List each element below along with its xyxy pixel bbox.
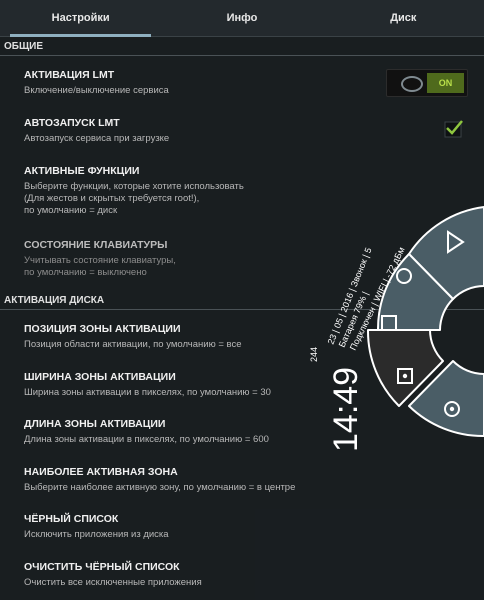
setting-summary: Выберите наиболее активную зону, по умол… [24, 482, 296, 493]
tab-disk-label: Диск [390, 12, 417, 24]
setting-summary: Автозапуск сервиса при загрузке [24, 133, 170, 144]
setting-most-active-zone[interactable]: НАИБОЛЕЕ АКТИВНАЯ ЗОНА Выберите наиболее… [24, 466, 384, 494]
setting-title: ОЧИСТИТЬ ЧЁРНЫЙ СПИСОК [24, 561, 180, 573]
checkmark-icon [444, 120, 463, 138]
summary-line: Выберите функции, которые хотите использ… [24, 181, 244, 192]
setting-blacklist[interactable]: ЧЁРНЫЙ СПИСОК Исключить приложения из ди… [24, 513, 384, 541]
setting-summary: Очистить все исключенные приложения [24, 577, 202, 588]
setting-summary: Включение/выключение сервиса [24, 85, 169, 96]
pie-day-of-year: 244 [309, 347, 319, 362]
tab-info-label: Инфо [226, 12, 258, 24]
tab-settings[interactable]: Настройки [0, 0, 161, 37]
setting-summary: Исключить приложения из диска [24, 529, 169, 540]
lmt-toggle-switch[interactable]: ON [386, 69, 468, 97]
section-header-general: ОБЩИЕ [0, 38, 484, 56]
tab-info[interactable]: Инфо [161, 0, 322, 36]
toggle-off-icon [401, 76, 423, 92]
setting-clear-blacklist[interactable]: ОЧИСТИТЬ ЧЁРНЫЙ СПИСОК Очистить все искл… [24, 561, 384, 589]
toggle-on-label: ON [427, 73, 464, 93]
tab-bar: Настройки Инфо Диск [0, 0, 484, 37]
setting-autostart[interactable]: АВТОЗАПУСК LMT Автозапуск сервиса при за… [24, 117, 384, 145]
tab-disk[interactable]: Диск [323, 0, 484, 36]
pie-clock: 14:49 [327, 367, 365, 452]
dot-square-icon-dot [402, 373, 408, 379]
setting-title: НАИБОЛЕЕ АКТИВНАЯ ЗОНА [24, 466, 178, 478]
setting-title: ЧЁРНЫЙ СПИСОК [24, 513, 119, 525]
autostart-checkbox[interactable] [444, 118, 464, 138]
setting-title: АКТИВАЦИЯ LMT [24, 69, 115, 81]
setting-title: АВТОЗАПУСК LMT [24, 117, 120, 129]
setting-lmt-activation[interactable]: АКТИВАЦИЯ LMT Включение/выключение серви… [24, 69, 384, 97]
tab-settings-label: Настройки [51, 12, 110, 24]
dot-circle-icon-dot [449, 406, 455, 412]
pie-control-overlay: 14:49 244 23 | 05 | 2016 | Звонок | 5 Ба… [309, 206, 484, 452]
summary-line: (Для жестов и скрытых требуется root!), [24, 193, 200, 204]
setting-title: АКТИВНЫЕ ФУНКЦИИ [24, 165, 140, 177]
